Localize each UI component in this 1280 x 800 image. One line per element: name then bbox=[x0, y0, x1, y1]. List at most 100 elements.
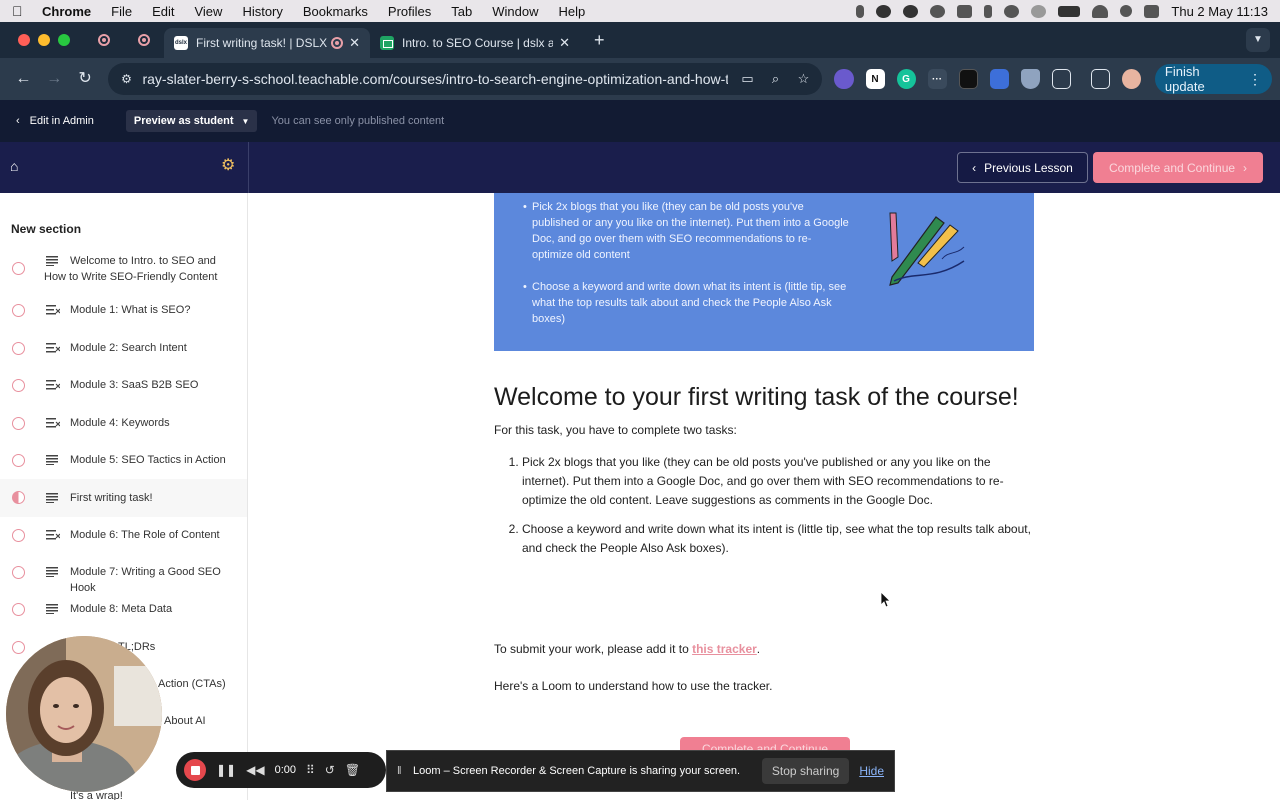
forward-arrow-icon[interactable]: → bbox=[43, 67, 66, 91]
rewind-icon[interactable]: ◀◀ bbox=[246, 763, 264, 777]
focus-icon[interactable] bbox=[930, 4, 946, 18]
submit-instructions: To submit your work, please add it to th… bbox=[494, 642, 760, 656]
lesson-item[interactable]: Module 7: Writing a Good SEO Hook bbox=[0, 564, 247, 594]
menu-view[interactable]: View bbox=[194, 4, 222, 19]
menu-edit[interactable]: Edit bbox=[152, 4, 174, 19]
screen-capture-extension-icon[interactable] bbox=[989, 69, 1009, 89]
more-menu-icon[interactable]: ⋮ bbox=[1248, 71, 1262, 88]
hide-banner-link[interactable]: Hide bbox=[859, 764, 884, 778]
menu-profiles[interactable]: Profiles bbox=[388, 4, 431, 19]
menubar-datetime[interactable]: Thu 2 May 11:13 bbox=[1171, 4, 1268, 19]
control-center-icon[interactable] bbox=[1144, 4, 1160, 18]
preview-as-label: Preview as student bbox=[133, 115, 234, 127]
new-tab-button[interactable]: + bbox=[594, 30, 605, 51]
minimize-window-button[interactable] bbox=[38, 34, 50, 46]
apple-icon[interactable]:  bbox=[12, 4, 26, 18]
extension-icon[interactable] bbox=[834, 69, 854, 89]
camera-icon[interactable]: ▭ bbox=[738, 71, 756, 87]
vpn-icon[interactable] bbox=[1031, 4, 1047, 18]
grammarly-extension-icon[interactable]: G bbox=[896, 69, 916, 89]
gear-icon[interactable]: ⚙ bbox=[221, 158, 237, 174]
lesson-item[interactable]: Module 5: SEO Tactics in Action bbox=[0, 452, 247, 468]
drag-handle-icon[interactable]: ‖ bbox=[397, 765, 405, 777]
webcam-bubble[interactable] bbox=[6, 636, 162, 792]
battery-icon[interactable] bbox=[1058, 5, 1081, 17]
preview-as-dropdown[interactable]: Preview as student ▼ bbox=[125, 110, 258, 132]
menu-help[interactable]: Help bbox=[559, 4, 586, 19]
microphone-icon[interactable] bbox=[856, 4, 865, 18]
lesson-item[interactable]: Module 4: Keywords bbox=[0, 415, 247, 431]
tab-first-writing-task[interactable]: dslx First writing task! | DSLX ✕ bbox=[164, 28, 370, 58]
menu-tab[interactable]: Tab bbox=[451, 4, 472, 19]
pinned-tab-1[interactable] bbox=[84, 26, 124, 54]
submit-period: . bbox=[756, 642, 761, 656]
extension-icon[interactable] bbox=[958, 69, 978, 89]
restart-icon[interactable]: ↺ bbox=[325, 763, 335, 777]
lesson-item[interactable]: Module 2: Search Intent bbox=[0, 340, 247, 356]
recording-indicator-icon bbox=[331, 37, 344, 49]
profile-avatar[interactable] bbox=[1121, 69, 1141, 89]
status-circle-icon bbox=[12, 566, 25, 579]
notion-extension-icon[interactable]: N bbox=[865, 69, 885, 89]
lesson-item[interactable]: Module 3: SaaS B2B SEO bbox=[0, 377, 247, 393]
close-window-button[interactable] bbox=[18, 34, 30, 46]
menu-window[interactable]: Window bbox=[492, 4, 538, 19]
finish-update-button[interactable]: Finish update ⋮ bbox=[1154, 64, 1272, 94]
spotlight-icon[interactable] bbox=[1120, 5, 1133, 17]
lesson-article: Welcome to your first writing task of th… bbox=[494, 383, 1034, 568]
tracker-link[interactable]: this tracker bbox=[692, 642, 757, 656]
delete-trash-icon[interactable]: 🗑 bbox=[345, 763, 360, 777]
url-text[interactable]: ray-slater-berry-s-school.teachable.com/… bbox=[142, 71, 728, 87]
lesson-item[interactable]: Module 1: What is SEO? bbox=[0, 302, 247, 318]
loom-status-icon[interactable] bbox=[876, 4, 892, 18]
bluetooth-icon[interactable] bbox=[984, 4, 993, 18]
tab-search-chevron-down-icon[interactable]: ▼ bbox=[1246, 28, 1270, 52]
quiz-lesson-icon bbox=[46, 343, 61, 355]
close-tab-icon[interactable]: ✕ bbox=[559, 35, 570, 51]
back-arrow-icon[interactable]: ← bbox=[12, 67, 35, 91]
recording-timer: 0:00 bbox=[274, 764, 296, 776]
extension-icon[interactable]: ··· bbox=[927, 69, 947, 89]
lesson-item[interactable]: Welcome to Intro. to SEO and How to Writ… bbox=[0, 253, 247, 285]
lesson-item-current[interactable]: First writing task! bbox=[0, 479, 247, 517]
previous-lesson-button[interactable]: ‹ Previous Lesson bbox=[957, 152, 1088, 183]
lesson-item[interactable]: It's a wrap! bbox=[0, 788, 247, 800]
screen-mirroring-icon[interactable] bbox=[957, 4, 973, 18]
quiz-lesson-icon bbox=[46, 305, 61, 317]
play-icon[interactable] bbox=[1004, 4, 1020, 18]
zoom-window-button[interactable] bbox=[58, 34, 70, 46]
complete-and-continue-button[interactable]: Complete and Continue › bbox=[1093, 152, 1263, 183]
bookmark-star-icon[interactable]: ☆ bbox=[794, 71, 812, 87]
drag-handle-icon[interactable]: ⠿ bbox=[306, 763, 315, 777]
tab-intro-to-seo-course[interactable]: Intro. to SEO Course | dslx ac ✕ bbox=[370, 28, 580, 58]
home-icon[interactable]: ⌂ bbox=[10, 158, 26, 174]
zoom-icon[interactable]: ⌕ bbox=[766, 71, 784, 87]
menu-app-name[interactable]: Chrome bbox=[42, 4, 91, 19]
stop-sharing-button[interactable]: Stop sharing bbox=[761, 758, 850, 784]
edit-in-admin-link[interactable]: ‹ Edit in Admin bbox=[16, 115, 94, 127]
lesson-content: Pick 2x blogs that you like (they can be… bbox=[249, 193, 1280, 800]
lesson-item[interactable]: Module 8: Meta Data bbox=[0, 601, 247, 617]
menu-bookmarks[interactable]: Bookmarks bbox=[303, 4, 368, 19]
menu-history[interactable]: History bbox=[242, 4, 282, 19]
mouse-cursor-icon bbox=[881, 592, 891, 608]
loom-instructions: Here's a Loom to understand how to use t… bbox=[494, 679, 773, 693]
pinned-tab-2[interactable] bbox=[124, 26, 164, 54]
reload-icon[interactable]: ↻ bbox=[74, 67, 97, 91]
address-bar[interactable]: ⚙ ray-slater-berry-s-school.teachable.co… bbox=[108, 63, 823, 95]
side-panel-icon[interactable] bbox=[1090, 69, 1110, 89]
sharing-message: Loom – Screen Recorder & Screen Capture … bbox=[413, 765, 741, 777]
close-tab-icon[interactable]: ✕ bbox=[349, 35, 360, 51]
menu-file[interactable]: File bbox=[111, 4, 132, 19]
recording-status-icon[interactable] bbox=[903, 4, 919, 18]
status-circle-icon bbox=[12, 641, 25, 654]
puzzle-extensions-icon[interactable] bbox=[1051, 69, 1071, 89]
wifi-icon[interactable] bbox=[1092, 4, 1109, 18]
site-info-icon[interactable]: ⚙ bbox=[118, 71, 134, 87]
text-lesson-icon bbox=[46, 604, 60, 616]
stop-recording-button[interactable] bbox=[184, 759, 206, 781]
chevron-left-icon: ‹ bbox=[16, 115, 20, 127]
lesson-item[interactable]: Module 6: The Role of Content bbox=[0, 527, 247, 543]
pause-icon[interactable]: ❚❚ bbox=[216, 763, 236, 777]
shield-extension-icon[interactable] bbox=[1020, 69, 1040, 89]
